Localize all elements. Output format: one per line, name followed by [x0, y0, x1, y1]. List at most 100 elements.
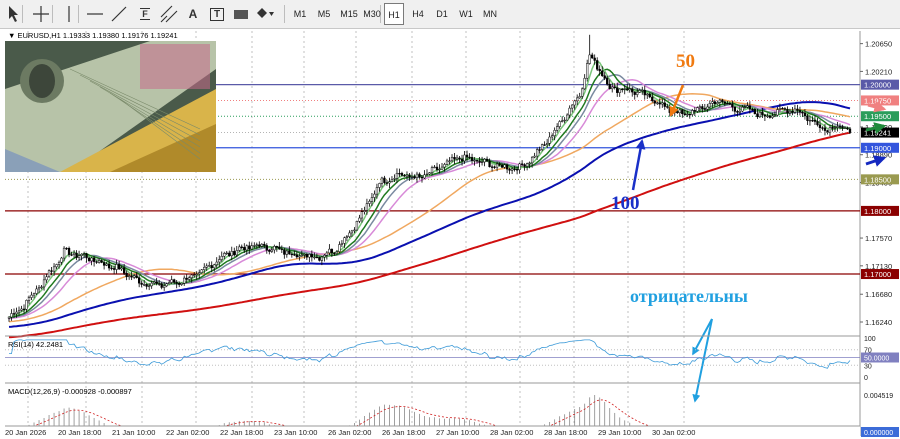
- candle-body: [220, 256, 223, 260]
- candle-body: [733, 106, 737, 112]
- text-label-icon[interactable]: T: [206, 3, 228, 25]
- crosshair-icon[interactable]: [30, 3, 52, 25]
- candle-body: [478, 160, 481, 163]
- candle-body: [233, 251, 236, 256]
- candle-body: [398, 172, 401, 175]
- trendline-icon[interactable]: [108, 3, 130, 25]
- candle-body: [102, 262, 106, 266]
- candle-body: [475, 160, 479, 162]
- candle-body: [801, 111, 804, 114]
- candle-body: [465, 154, 469, 158]
- annotation-negative: отрицательны: [630, 286, 748, 306]
- x-tick-label: 26 Jan 02:00: [328, 428, 371, 437]
- text-tool-icon[interactable]: A: [182, 3, 204, 25]
- toolbar-separator: [78, 5, 79, 23]
- candle-body: [473, 160, 476, 162]
- timeframe-h4[interactable]: H4: [408, 3, 428, 25]
- candle-body: [52, 266, 56, 272]
- candle-body: [208, 265, 211, 267]
- candle-body: [205, 265, 208, 268]
- candle-body: [260, 243, 263, 247]
- candle-body: [120, 267, 123, 270]
- candle-body: [290, 253, 293, 256]
- y-tick-label: 1.17570: [865, 234, 892, 243]
- candle-body: [596, 60, 599, 70]
- candle-body: [32, 293, 36, 296]
- candle-body: [581, 88, 584, 97]
- candle-body: [535, 149, 539, 157]
- candle-body: [408, 174, 411, 178]
- candle-body: [623, 88, 626, 90]
- y-tick-label: 1.16240: [865, 318, 892, 327]
- candle-body: [603, 75, 606, 79]
- candle-body: [483, 158, 486, 163]
- candle-body: [816, 121, 819, 126]
- candle-body: [846, 127, 849, 130]
- x-tick-label: 22 Jan 18:00: [220, 428, 263, 437]
- candle-body: [393, 178, 396, 180]
- candle-body: [248, 245, 251, 250]
- shapes-dropdown-icon[interactable]: [254, 3, 276, 25]
- candle-body: [460, 158, 464, 162]
- timeframe-h1[interactable]: H1: [384, 3, 404, 25]
- candle-body: [57, 261, 61, 265]
- macd-zero-label: 0.000000: [864, 430, 893, 437]
- candle-body: [185, 277, 188, 280]
- candle-body: [653, 100, 656, 104]
- candle-body: [490, 166, 494, 168]
- candle-body: [673, 111, 676, 113]
- timeframe-m1[interactable]: M1: [290, 3, 310, 25]
- candle-body: [480, 161, 484, 163]
- candle-body: [525, 163, 529, 167]
- timeframe-m5[interactable]: M5: [313, 3, 335, 25]
- price-chart[interactable]: 1.206501.202101.193301.188901.184501.175…: [0, 29, 900, 439]
- candle-body: [370, 197, 374, 202]
- candle-body: [195, 273, 198, 276]
- candle-body: [365, 203, 369, 211]
- candle-body: [400, 173, 404, 176]
- candle-body: [230, 251, 233, 257]
- candle-body: [318, 257, 321, 261]
- candle-body: [418, 173, 421, 178]
- timeframe-d1[interactable]: D1: [432, 3, 452, 25]
- candle-body: [828, 127, 832, 133]
- candle-body: [193, 274, 196, 276]
- candle-body: [448, 160, 451, 162]
- timeframe-w1[interactable]: W1: [456, 3, 476, 25]
- x-tick-label: 20 Jan 2026: [5, 428, 46, 437]
- candle-body: [593, 57, 596, 61]
- candle-body: [773, 114, 777, 117]
- candle-body: [656, 102, 659, 104]
- fibonacci-icon[interactable]: F: [134, 3, 156, 25]
- rsi-tick-label: 30: [864, 363, 872, 370]
- timeframe-m30[interactable]: M30: [362, 3, 382, 25]
- timeframe-m15[interactable]: M15: [337, 3, 361, 25]
- candle-body: [843, 127, 847, 129]
- candle-body: [75, 252, 78, 258]
- rectangle-icon[interactable]: [230, 3, 252, 25]
- timeframe-mn[interactable]: MN: [480, 3, 500, 25]
- candle-body: [443, 164, 446, 168]
- candle-body: [278, 246, 281, 250]
- x-tick-label: 30 Jan 02:00: [652, 428, 695, 437]
- vertical-line-icon[interactable]: [58, 3, 80, 25]
- candle-body: [626, 88, 629, 91]
- candle-body: [22, 308, 26, 311]
- candle-body: [360, 211, 364, 219]
- horizontal-line-icon[interactable]: [84, 3, 106, 25]
- candle-body: [813, 119, 817, 122]
- candle-body: [500, 164, 504, 168]
- channel-icon[interactable]: [158, 3, 180, 25]
- candle-body: [716, 102, 719, 104]
- candle-body: [796, 108, 799, 111]
- candle-body: [225, 252, 228, 255]
- candle-body: [691, 110, 694, 115]
- candle-body: [268, 249, 271, 252]
- candle-body: [806, 115, 809, 121]
- candle-body: [503, 164, 506, 168]
- candle-body: [678, 109, 681, 114]
- candle-body: [373, 193, 376, 198]
- candle-body: [686, 113, 689, 116]
- candle-body: [355, 221, 359, 231]
- candle-body: [127, 275, 131, 278]
